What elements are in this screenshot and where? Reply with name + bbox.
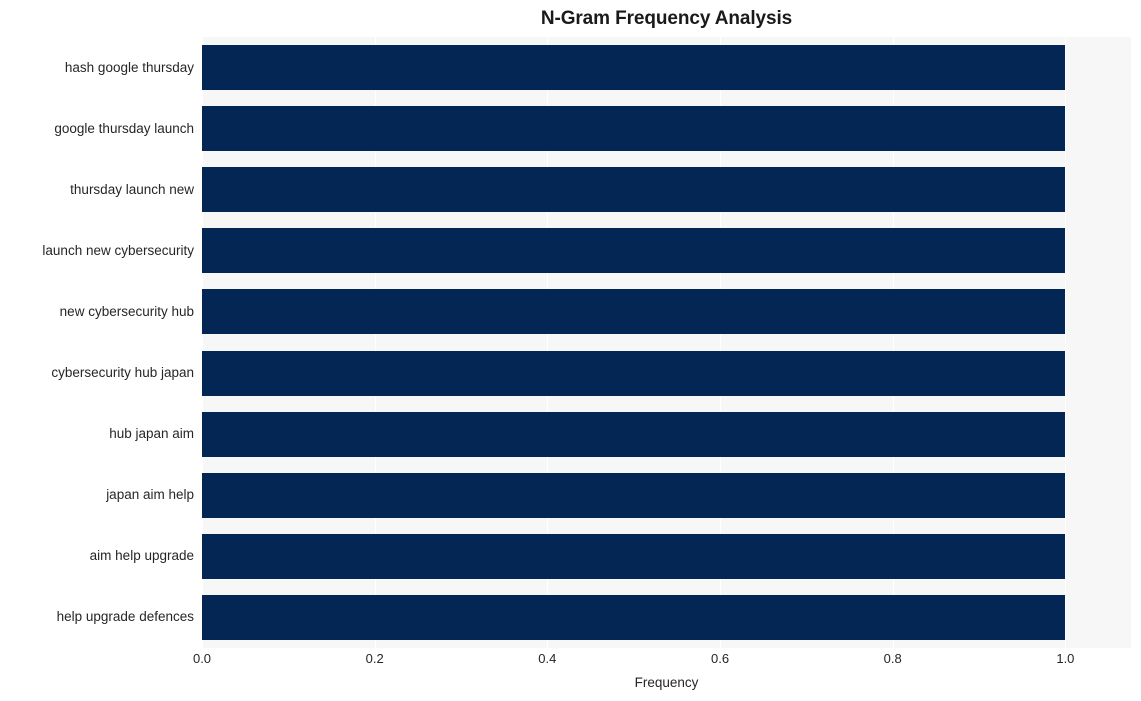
y-tick-label: google thursday launch	[54, 120, 194, 136]
bar[interactable]	[202, 350, 1066, 396]
bar[interactable]	[202, 167, 1066, 213]
y-tick-label: hash google thursday	[64, 59, 194, 75]
bar[interactable]	[202, 106, 1066, 152]
y-tick-label: cybersecurity hub japan	[51, 365, 194, 381]
x-tick-label: 0.4	[538, 651, 557, 666]
y-tick-label: hub japan aim	[109, 426, 194, 442]
y-tick-label: japan aim help	[106, 487, 194, 503]
y-tick-label: aim help upgrade	[89, 548, 194, 564]
gridline-x-5	[1065, 37, 1067, 648]
bar[interactable]	[202, 594, 1066, 640]
x-tick-label: 0.2	[365, 651, 384, 666]
y-tick-label: launch new cybersecurity	[42, 242, 194, 258]
y-axis-tick-labels: hash google thursday google thursday laun…	[0, 37, 194, 648]
y-tick-label: thursday launch new	[70, 181, 194, 197]
bar[interactable]	[202, 289, 1066, 335]
bar[interactable]	[202, 228, 1066, 274]
x-axis-tick-labels: 0.0 0.2 0.4 0.6 0.8 1.0	[193, 650, 1131, 672]
y-tick-label: new cybersecurity hub	[59, 303, 194, 319]
x-axis-title: Frequency	[634, 675, 699, 690]
y-tick-label: help upgrade defences	[56, 609, 194, 625]
bar[interactable]	[202, 472, 1066, 518]
bar[interactable]	[202, 411, 1066, 457]
bar[interactable]	[202, 533, 1066, 579]
chart-figure: N-Gram Frequency Analysis hash google th…	[0, 0, 1141, 701]
bar[interactable]	[202, 45, 1066, 91]
x-tick-label: 1.0	[1056, 651, 1075, 666]
x-tick-label: 0.8	[883, 651, 902, 666]
chart-title: N-Gram Frequency Analysis	[540, 8, 793, 29]
x-tick-label: 0.6	[710, 651, 730, 666]
plot-area	[202, 37, 1131, 648]
x-tick-label: 0.0	[192, 651, 212, 666]
